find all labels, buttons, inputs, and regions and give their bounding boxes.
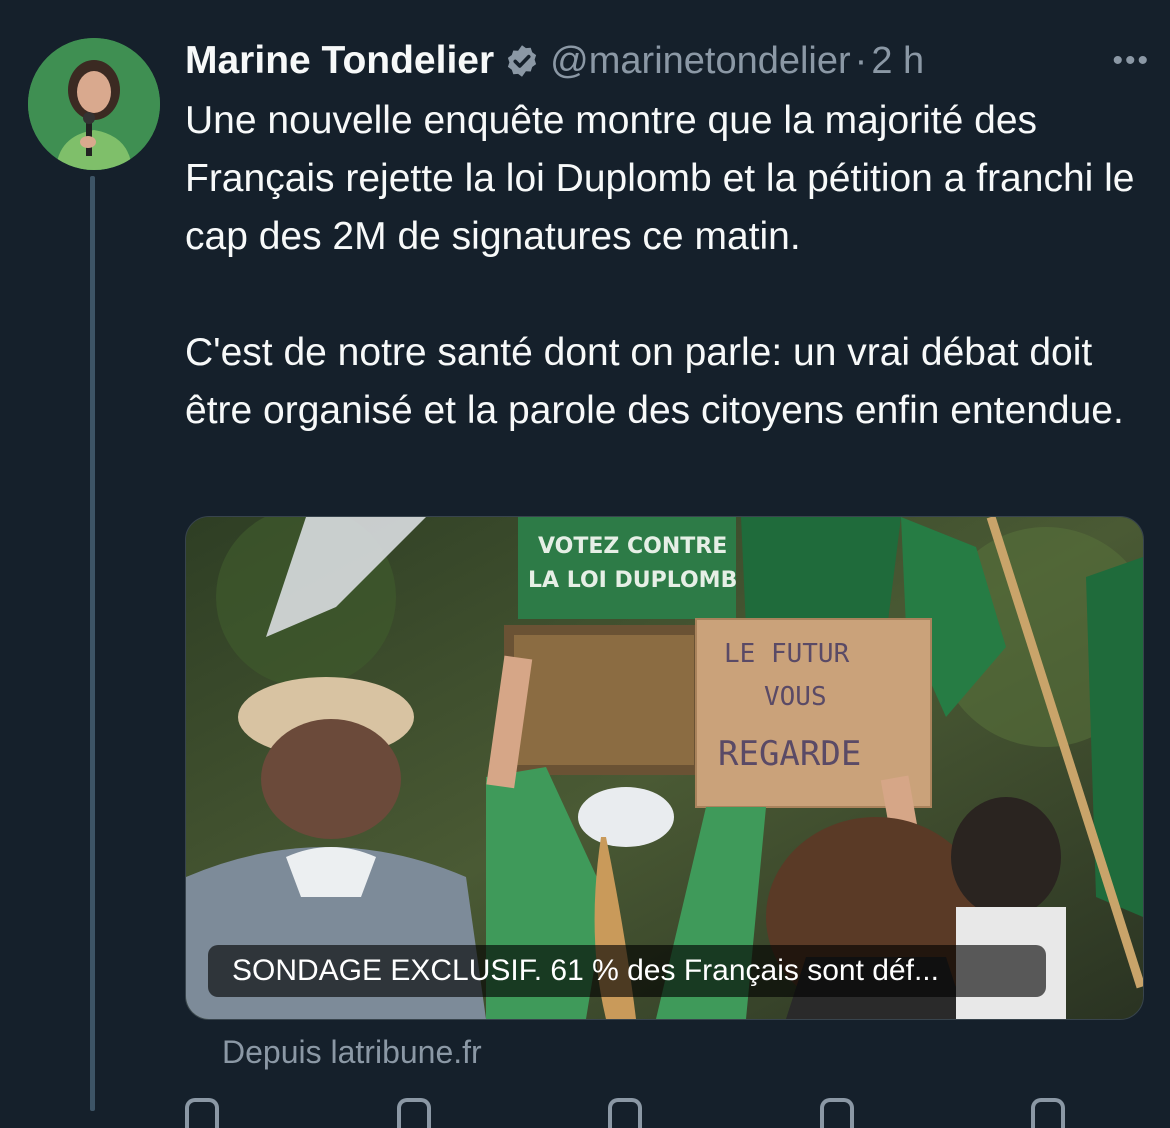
reply-icon[interactable] — [185, 1098, 219, 1128]
cardboard-line3: REGARDE — [718, 734, 861, 774]
views-icon[interactable] — [819, 1098, 854, 1128]
link-card[interactable]: VOTEZ CONTRE LA LOI DUPLOMB LE FUTUR VOU… — [185, 516, 1144, 1020]
separator-dot: · — [854, 39, 868, 82]
tweet-text: Une nouvelle enquête montre que la major… — [185, 92, 1145, 440]
avatar[interactable] — [28, 38, 160, 170]
tweet-paragraph: C'est de notre santé dont on parle: un v… — [185, 331, 1124, 432]
author-handle[interactable]: @marinetondelier — [550, 40, 851, 83]
like-icon[interactable] — [608, 1098, 642, 1128]
cardboard-line2: VOUS — [764, 682, 827, 712]
bookmark-icon[interactable] — [1031, 1098, 1065, 1128]
thread-line — [90, 176, 95, 1111]
card-image: VOTEZ CONTRE LA LOI DUPLOMB LE FUTUR VOU… — [186, 517, 1143, 1019]
tweet-paragraph: Une nouvelle enquête montre que la major… — [185, 99, 1135, 258]
timestamp[interactable]: 2 h — [871, 40, 924, 83]
card-caption: SONDAGE EXCLUSIF. 61 % des Français sont… — [208, 945, 1046, 997]
card-source[interactable]: Depuis latribune.fr — [222, 1034, 482, 1071]
action-bar — [185, 1098, 1065, 1128]
green-sign-line1: VOTEZ CONTRE — [538, 534, 727, 559]
green-sign-line2: LA LOI DUPLOMB — [528, 568, 737, 593]
verified-badge-icon — [508, 45, 537, 77]
author-name[interactable]: Marine Tondelier — [185, 39, 494, 83]
more-icon[interactable]: ••• — [1112, 44, 1150, 78]
cardboard-line1: LE FUTUR — [724, 639, 850, 669]
tweet-header: Marine Tondelier @marinetondelier · 2 h … — [185, 36, 1150, 86]
retweet-icon[interactable] — [396, 1098, 431, 1128]
